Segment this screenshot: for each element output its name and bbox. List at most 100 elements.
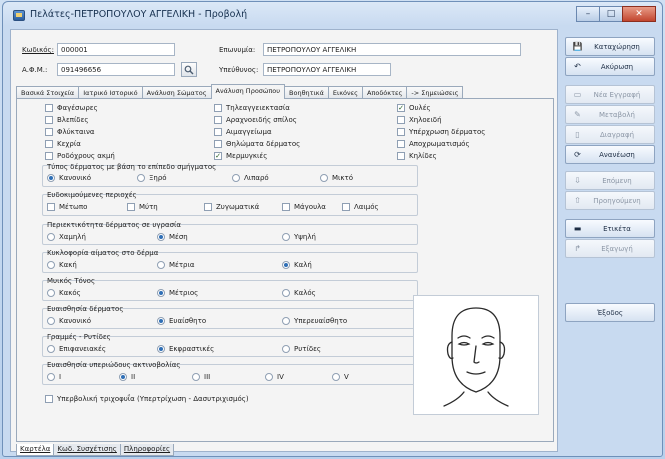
checkbox-item[interactable]: Υπέρχρωση δέρματος [397, 128, 485, 136]
save-button[interactable]: 💾 Καταχώρηση [565, 37, 655, 56]
bottom-tab-card[interactable]: Καρτέλα [16, 444, 55, 456]
checkbox-item[interactable]: Αιμαγγείωμα [214, 128, 272, 136]
tab-face-analysis[interactable]: Ανάλυση Προσώπου [210, 84, 286, 99]
label-button[interactable]: ▬ Ετικέτα [565, 219, 655, 238]
checkbox-item[interactable]: ✓ Ουλές [397, 104, 431, 112]
minimize-button[interactable]: – [576, 6, 600, 22]
bottom-tab-related-codes[interactable]: Κωδ. Συσχέτισης [53, 444, 121, 456]
radio-option[interactable]: Μέτριος [157, 289, 198, 297]
checkbox-box[interactable]: ✓ [214, 152, 222, 160]
radio-option[interactable]: Κανονικό [47, 174, 91, 182]
checkbox-item[interactable]: Αραχνοειδής σπίλος [214, 116, 297, 124]
checkbox-item[interactable]: Βλεπίδες [45, 116, 89, 124]
radio-option[interactable]: Ρυτίδες [282, 345, 321, 353]
checkbox-box[interactable] [397, 152, 405, 160]
radio-dot[interactable] [192, 373, 200, 381]
checkbox-item[interactable]: Φλύκταινα [45, 128, 95, 136]
radio-option[interactable]: Ξηρό [137, 174, 167, 182]
checkbox-item[interactable]: Υπερβολική τριχοφυΐα (Υπερτρίχωση - Δασυ… [45, 395, 249, 403]
radio-option[interactable]: V [332, 373, 349, 381]
checkbox-item[interactable]: Κηλίδες [397, 152, 437, 160]
checkbox-box[interactable] [342, 203, 350, 211]
radio-option[interactable]: Χαμηλή [47, 233, 86, 241]
radio-option[interactable]: Ευαίσθητο [157, 317, 206, 325]
checkbox-item[interactable]: Τηλεαγγειεκτασία [214, 104, 290, 112]
radio-dot[interactable] [157, 261, 165, 269]
radio-dot[interactable] [265, 373, 273, 381]
bottom-tab-info[interactable]: Πληροφορίες [119, 444, 175, 456]
checkbox-item[interactable]: Κεχρία [45, 140, 81, 148]
radio-dot[interactable] [157, 233, 165, 241]
radio-dot[interactable] [282, 261, 290, 269]
checkbox-item[interactable]: Φαγέσωρες [45, 104, 98, 112]
radio-option[interactable]: Μέση [157, 233, 188, 241]
next-button[interactable]: ⇩ Επόμενη [565, 171, 655, 190]
checkbox-box[interactable] [397, 140, 405, 148]
checkbox-item[interactable]: Μέτωπο [47, 203, 87, 211]
checkbox-box[interactable] [214, 116, 222, 124]
export-button[interactable]: ↱ Εξαγωγή [565, 239, 655, 258]
checkbox-box[interactable] [397, 116, 405, 124]
radio-dot[interactable] [137, 174, 145, 182]
radio-option[interactable]: III [192, 373, 210, 381]
checkbox-box[interactable] [214, 104, 222, 112]
radio-option[interactable]: Εκφραστικές [157, 345, 214, 353]
radio-option[interactable]: Επιφανειακές [47, 345, 106, 353]
radio-dot[interactable] [282, 289, 290, 297]
afm-field[interactable]: 091496656 [57, 63, 175, 76]
title-bar[interactable]: Πελάτες-ΠΕΤΡΟΠΟΥΛΟΥ ΑΓΓΕΛΙΚΗ - Προβολή –… [3, 2, 662, 28]
checkbox-box[interactable] [282, 203, 290, 211]
radio-dot[interactable] [47, 261, 55, 269]
maximize-button[interactable]: □ [599, 6, 623, 22]
checkbox-box[interactable] [45, 104, 53, 112]
radio-dot[interactable] [47, 317, 55, 325]
checkbox-item[interactable]: ✓ Μερμυγκιές [214, 152, 267, 160]
radio-dot[interactable] [282, 345, 290, 353]
radio-dot[interactable] [320, 174, 328, 182]
checkbox-box[interactable] [45, 395, 53, 403]
previous-button[interactable]: ⇧ Προηγούμενη [565, 191, 655, 210]
radio-dot[interactable] [47, 233, 55, 241]
checkbox-item[interactable]: Αποχρωματισμός [397, 140, 470, 148]
radio-option[interactable]: IV [265, 373, 284, 381]
checkbox-box[interactable] [45, 128, 53, 136]
radio-option[interactable]: Καλή [282, 261, 312, 269]
checkbox-box[interactable] [397, 128, 405, 136]
radio-option[interactable]: Καλός [282, 289, 316, 297]
radio-dot[interactable] [157, 345, 165, 353]
checkbox-item[interactable]: Θηλώματα δέρματος [214, 140, 300, 148]
radio-dot[interactable] [157, 289, 165, 297]
radio-option[interactable]: Κακός [47, 289, 81, 297]
checkbox-box[interactable] [204, 203, 212, 211]
responsible-field[interactable]: ΠΕΤΡΟΠΟΥΛΟΥ ΑΓΓΕΛΙΚΗ [263, 63, 391, 76]
checkbox-box[interactable] [45, 152, 53, 160]
exit-button[interactable]: Έξοδος [565, 303, 655, 322]
close-button[interactable]: ✕ [622, 6, 656, 22]
edit-button[interactable]: ✎ Μεταβολή [565, 105, 655, 124]
radio-dot[interactable] [282, 233, 290, 241]
radio-option[interactable]: Κανονικό [47, 317, 91, 325]
code-field[interactable]: 000001 [57, 43, 175, 56]
radio-option[interactable]: Μέτρια [157, 261, 194, 269]
checkbox-item[interactable]: Χηλοειδή [397, 116, 442, 124]
radio-dot[interactable] [47, 373, 55, 381]
checkbox-box[interactable] [45, 140, 53, 148]
checkbox-box[interactable] [47, 203, 55, 211]
radio-option[interactable]: Υπερευαίσθητο [282, 317, 347, 325]
radio-dot[interactable] [47, 289, 55, 297]
radio-dot[interactable] [232, 174, 240, 182]
radio-dot[interactable] [47, 345, 55, 353]
checkbox-item[interactable]: Μύτη [127, 203, 158, 211]
radio-dot[interactable] [332, 373, 340, 381]
checkbox-box[interactable] [214, 140, 222, 148]
checkbox-item[interactable]: Ροδόχρους ακμή [45, 152, 115, 160]
afm-lookup-button[interactable] [181, 62, 197, 77]
checkbox-box[interactable] [214, 128, 222, 136]
surname-field[interactable]: ΠΕΤΡΟΠΟΥΛΟΥ ΑΓΓΕΛΙΚΗ [263, 43, 521, 56]
checkbox-box[interactable]: ✓ [397, 104, 405, 112]
checkbox-box[interactable] [45, 116, 53, 124]
checkbox-item[interactable]: Ζυγωματικά [204, 203, 259, 211]
delete-button[interactable]: ▯ Διαγραφή [565, 125, 655, 144]
radio-dot[interactable] [119, 373, 127, 381]
radio-dot[interactable] [157, 317, 165, 325]
